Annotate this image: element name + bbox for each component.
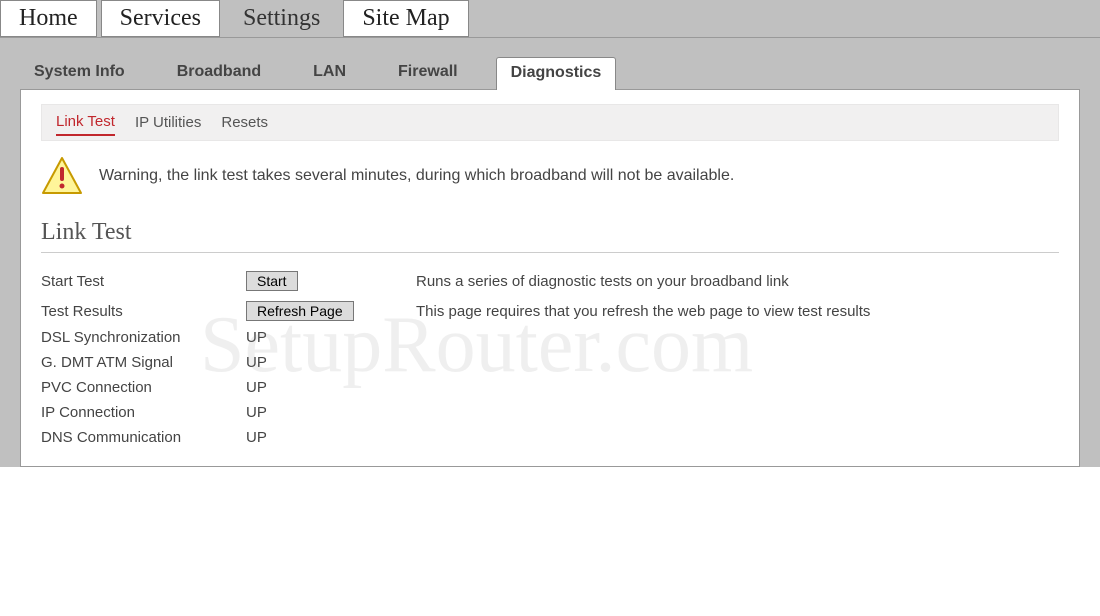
warning-text: Warning, the link test takes several min… <box>99 167 734 185</box>
warning-icon <box>41 155 83 197</box>
test-results-desc: This page requires that you refresh the … <box>416 303 1059 320</box>
refresh-page-button[interactable]: Refresh Page <box>246 301 354 321</box>
start-test-label: Start Test <box>41 273 246 290</box>
result-value-dsl-sync: UP <box>246 329 1059 346</box>
start-test-desc: Runs a series of diagnostic tests on you… <box>416 273 1059 290</box>
top-tab-services[interactable]: Services <box>101 0 220 37</box>
result-value-dns-comm: UP <box>246 429 1059 446</box>
main-panel: Link Test IP Utilities Resets Warning, t… <box>20 89 1080 467</box>
sub-nav: System Info Broadband LAN Firewall Diagn… <box>10 56 1090 89</box>
top-tab-sitemap[interactable]: Site Map <box>343 0 468 37</box>
result-value-gdmt-atm: UP <box>246 354 1059 371</box>
start-button-cell: Start <box>246 271 416 291</box>
sub-tab-diagnostics[interactable]: Diagnostics <box>496 57 617 90</box>
sub-nav-area: System Info Broadband LAN Firewall Diagn… <box>0 38 1100 467</box>
tertiary-tab-ip-utilities[interactable]: IP Utilities <box>135 114 201 135</box>
result-value-pvc: UP <box>246 379 1059 396</box>
sub-tab-system-info[interactable]: System Info <box>20 57 139 89</box>
tertiary-tab-link-test[interactable]: Link Test <box>56 113 115 136</box>
result-name-ip-conn: IP Connection <box>41 404 246 421</box>
top-nav: Home Services Settings Site Map <box>0 0 1100 38</box>
result-name-dns-comm: DNS Communication <box>41 429 246 446</box>
section-title: Link Test <box>41 219 1059 246</box>
action-grid: Start Test Start Runs a series of diagno… <box>41 271 1059 321</box>
result-name-dsl-sync: DSL Synchronization <box>41 329 246 346</box>
sub-tab-firewall[interactable]: Firewall <box>384 57 472 89</box>
top-tab-settings[interactable]: Settings <box>224 0 339 37</box>
sub-tab-lan[interactable]: LAN <box>299 57 360 89</box>
tertiary-nav: Link Test IP Utilities Resets <box>41 104 1059 141</box>
test-results-label: Test Results <box>41 303 246 320</box>
result-name-pvc: PVC Connection <box>41 379 246 396</box>
refresh-button-cell: Refresh Page <box>246 301 416 321</box>
result-name-gdmt-atm: G. DMT ATM Signal <box>41 354 246 371</box>
sub-tab-broadband[interactable]: Broadband <box>163 57 275 89</box>
divider <box>41 252 1059 253</box>
start-button[interactable]: Start <box>246 271 298 291</box>
results-list: DSL Synchronization UP G. DMT ATM Signal… <box>41 329 1059 446</box>
warning-row: Warning, the link test takes several min… <box>41 155 1059 197</box>
result-value-ip-conn: UP <box>246 404 1059 421</box>
tertiary-tab-resets[interactable]: Resets <box>221 114 268 135</box>
top-tab-home[interactable]: Home <box>0 0 97 37</box>
